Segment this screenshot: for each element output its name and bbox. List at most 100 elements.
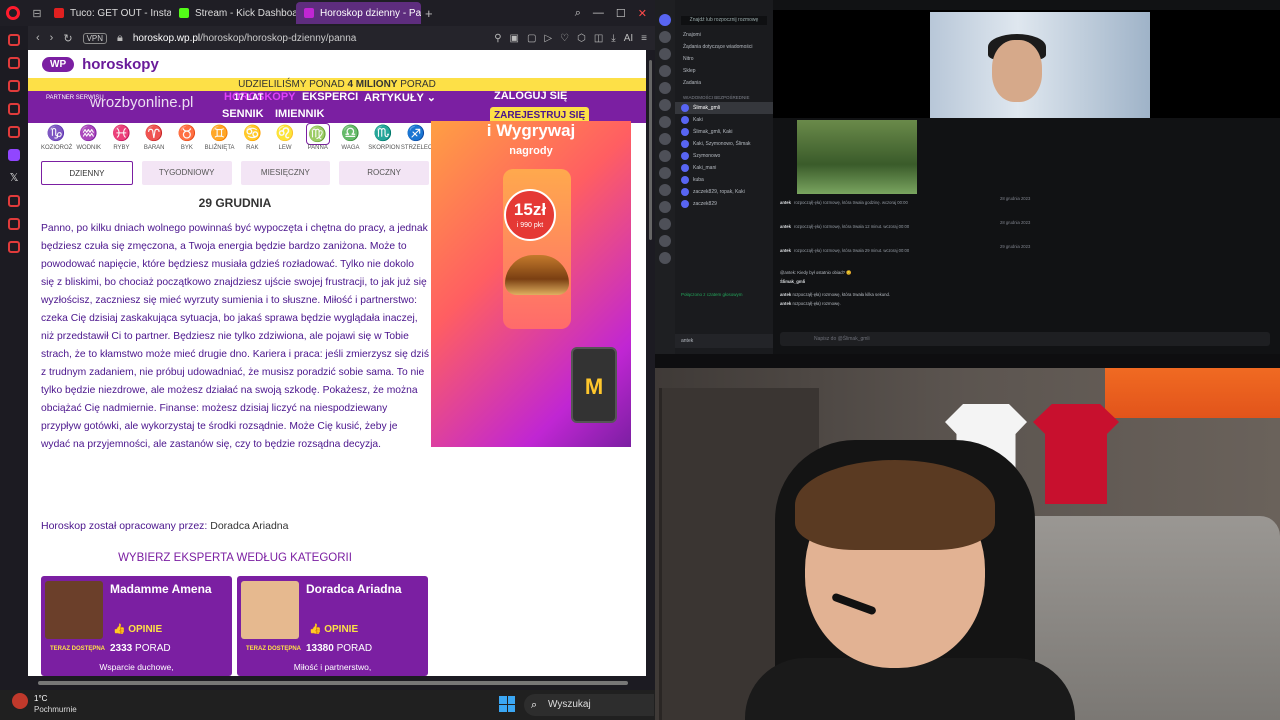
sidebar-item-icon[interactable] <box>8 34 20 46</box>
menu-icon[interactable]: ≡ <box>641 33 647 44</box>
x-twitter-icon[interactable]: 𝕏 <box>8 172 20 184</box>
dm-item[interactable]: Kaki_mani <box>675 162 773 174</box>
message-author[interactable]: antek <box>780 224 791 229</box>
snapshot-icon[interactable]: ▣ <box>510 33 519 44</box>
zodiac-sign[interactable]: ♐ STRZELEC <box>401 123 432 155</box>
channel-nitro[interactable]: Nitro <box>675 53 773 65</box>
channel-friends[interactable]: Znajomi <box>675 29 773 41</box>
partner-brand[interactable]: wrozbyonline.pl <box>90 94 193 111</box>
tab-miesieczny[interactable]: MIESIĘCZNY <box>240 161 331 185</box>
zodiac-sign[interactable]: ♌ LEW <box>270 123 300 155</box>
taskbar-search[interactable]: ⌕ Wyszukaj <box>524 694 654 716</box>
close-icon[interactable]: ✕ <box>638 7 647 20</box>
dm-item[interactable]: Ślimak_gmli, Kaki <box>675 126 773 138</box>
reply-reference[interactable]: @antek: Kiedy był ostatnio obiad? 😊 <box>780 270 1180 276</box>
dm-item[interactable]: zaczek829, ropak, Kaki <box>675 186 773 198</box>
vertical-scrollbar[interactable] <box>646 50 655 676</box>
dm-item[interactable]: Kaki, Szymonowo, Ślimak <box>675 138 773 150</box>
voice-status[interactable]: Połączono z czatem głosowym <box>675 292 773 297</box>
dm-item[interactable]: zaczek829 <box>675 198 773 210</box>
settings-icon[interactable] <box>8 241 20 253</box>
server-icon[interactable] <box>659 82 671 94</box>
message-author[interactable]: antek <box>780 301 791 306</box>
dm-item[interactable]: Kaki <box>675 114 773 126</box>
opinie-link[interactable]: 👍 OPINIE <box>113 624 162 635</box>
sidebar-item-icon[interactable] <box>8 126 20 138</box>
tab-menu-icon[interactable]: ⊟ <box>28 7 46 20</box>
dm-search-input[interactable]: Znajdź lub rozpocznij rozmowę <box>681 16 767 25</box>
dm-item[interactable]: kuba <box>675 174 773 186</box>
weather-icon[interactable] <box>12 693 28 709</box>
vpn-badge[interactable]: VPN <box>82 32 108 44</box>
dm-item[interactable]: Ślimak_gmli <box>675 102 773 114</box>
sidebar-item-icon[interactable] <box>8 80 20 92</box>
server-icon[interactable] <box>659 150 671 162</box>
expert-card[interactable]: Madamme Amena 👍 OPINIE TERAZ DOSTĘPNA 23… <box>41 576 232 676</box>
nav-artykuly[interactable]: ARTYKUŁY ⌄ <box>364 91 436 104</box>
scroll-thumb[interactable] <box>38 681 628 685</box>
zodiac-sign[interactable]: ♉ BYK <box>172 123 202 155</box>
aria-ai-button[interactable]: AI <box>624 33 633 44</box>
sidebar-item-icon[interactable] <box>8 103 20 115</box>
back-icon[interactable]: ‹ <box>36 32 40 44</box>
server-icon[interactable] <box>659 99 671 111</box>
extensions-icon[interactable]: ⬡ <box>577 33 586 44</box>
pin-icon[interactable]: ⚲ <box>494 33 501 44</box>
zodiac-sign[interactable]: ♈ BARAN <box>139 123 169 155</box>
twitch-icon[interactable] <box>8 149 20 161</box>
camera-icon[interactable]: ◫ <box>594 33 603 44</box>
discord-home-icon[interactable] <box>659 14 671 26</box>
tab-horoskop[interactable]: Horoskop dzienny - Panna <box>296 2 421 24</box>
search-tabs-icon[interactable]: ⌕ <box>575 7 581 20</box>
zodiac-sign[interactable]: ♊ BLIŹNIĘTA <box>205 123 235 155</box>
download-icon[interactable]: ⤓ <box>611 33 615 44</box>
zodiac-sign[interactable]: ♒ WODNIK <box>74 123 104 155</box>
zodiac-sign[interactable]: ♑ KOZIOROŻ <box>41 123 72 155</box>
forward-icon[interactable]: › <box>50 32 54 44</box>
channel-shop[interactable]: Sklep <box>675 65 773 77</box>
play-icon[interactable]: ▷ <box>544 33 552 44</box>
sidebar-item-icon[interactable] <box>8 218 20 230</box>
reload-icon[interactable]: ↻ <box>63 32 72 45</box>
nav-eksperci[interactable]: EKSPERCI <box>302 91 358 103</box>
new-tab-icon[interactable]: + <box>425 6 433 21</box>
opera-logo-icon[interactable] <box>6 6 20 20</box>
windows-start-icon[interactable] <box>499 696 515 712</box>
zodiac-sign[interactable]: ♋ RAK <box>237 123 267 155</box>
nav-imiennik[interactable]: IMIENNIK <box>275 108 325 120</box>
reply-author[interactable]: Ślimak_gmli <box>780 279 1180 284</box>
zodiac-sign[interactable]: ♓ RYBY <box>106 123 136 155</box>
maximize-icon[interactable]: ☐ <box>616 7 626 20</box>
server-icon[interactable] <box>659 218 671 230</box>
horizontal-scrollbar[interactable] <box>28 676 646 690</box>
zodiac-sign[interactable]: ♏ SKORPION <box>368 123 400 155</box>
zodiac-sign[interactable]: ♍ PANNA <box>303 123 333 155</box>
server-icon[interactable] <box>659 252 671 264</box>
author-name[interactable]: Doradca Ariadna <box>210 520 288 532</box>
mcdonalds-ad[interactable]: i Wygrywaj nagrody 15zł i 990 pkt M <box>431 121 631 447</box>
server-icon[interactable] <box>659 65 671 77</box>
tab-tygodniowy[interactable]: TYGODNIOWY <box>141 161 232 185</box>
message-input[interactable]: Napisz do @Ślimak_gmli <box>780 332 1270 346</box>
tab-kick[interactable]: Stream - Kick Dashboard <box>171 2 296 24</box>
server-icon[interactable] <box>659 167 671 179</box>
channel-requests[interactable]: Żądania dotyczące wiadomości <box>675 41 773 53</box>
image-attachment[interactable] <box>797 120 917 194</box>
server-icon[interactable] <box>659 184 671 196</box>
site-logo[interactable]: horoskopy <box>82 56 159 73</box>
heart-icon[interactable]: ♡ <box>560 33 569 44</box>
tab-roczny[interactable]: ROCZNY <box>339 161 429 185</box>
wp-back-button[interactable]: WP <box>42 56 75 72</box>
server-icon[interactable] <box>659 116 671 128</box>
message-author[interactable]: antek <box>780 292 791 297</box>
wallet-icon[interactable]: ▢ <box>527 33 536 44</box>
tab-instant[interactable]: Tuco: GET OUT - Instant S <box>46 2 171 24</box>
nav-sennik[interactable]: SENNIK <box>222 108 264 120</box>
opinie-link[interactable]: 👍 OPINIE <box>309 624 358 635</box>
login-link[interactable]: ZALOGUJ SIĘ <box>494 90 567 102</box>
expert-card[interactable]: Doradca Ariadna 👍 OPINIE TERAZ DOSTĘPNA … <box>237 576 428 676</box>
url-field[interactable]: horoskop.wp.pl/horoskop/horoskop-dzienny… <box>133 33 484 44</box>
channel-quests[interactable]: Zadania <box>675 77 773 89</box>
sidebar-item-icon[interactable] <box>8 195 20 207</box>
message-author[interactable]: antek <box>780 248 791 253</box>
